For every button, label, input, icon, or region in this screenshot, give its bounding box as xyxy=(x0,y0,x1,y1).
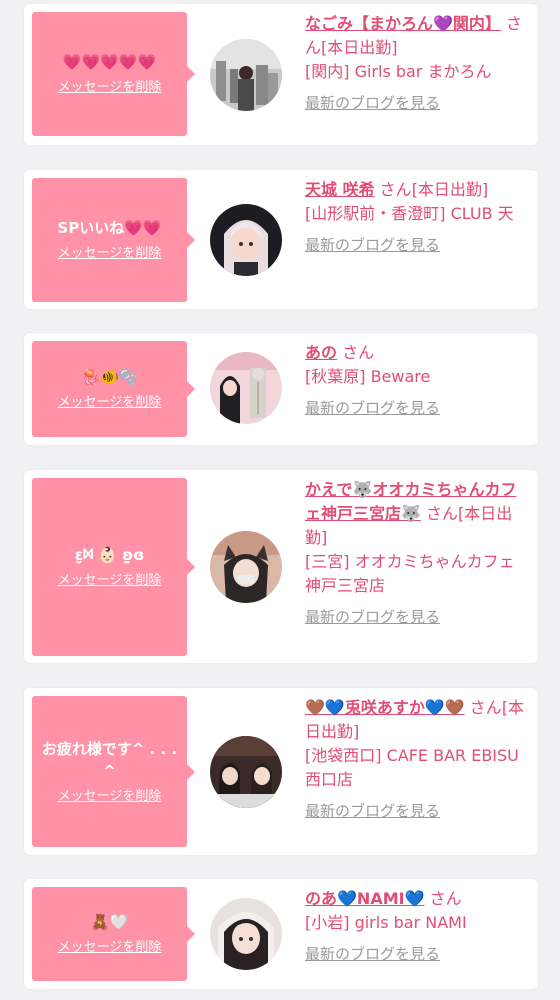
message-bubble: お疲れ様です^ . . .^ メッセージを削除 xyxy=(32,696,195,847)
avatar-photo xyxy=(210,352,282,424)
avatar[interactable] xyxy=(210,204,282,276)
honorific: さん xyxy=(426,504,459,523)
message-text: 💗💗💗💗💗 xyxy=(62,53,157,71)
message-bubble: ɛ̤̬ᢂ 👶🏻 ʚ̤̫ɞ メッセージを削除 xyxy=(32,478,195,656)
girl-info: のあ💙NAMI💙 さん [小岩] girls bar NAMI 最新のブログを見… xyxy=(305,887,530,965)
work-status: [本日出勤] xyxy=(321,38,398,57)
honorific: さん xyxy=(379,180,412,199)
shop-name: [関内] Girls bar まかろん xyxy=(305,62,492,81)
message-text: お疲れ様です^ . . .^ xyxy=(41,739,178,780)
message-card: お疲れ様です^ . . .^ メッセージを削除 🤎💙兎咲あすか💙🤎 さん[本日出… xyxy=(24,688,538,855)
avatar-photo xyxy=(210,531,282,603)
girl-name-link[interactable]: 天城 咲希 xyxy=(305,180,375,199)
shop-name: [山形駅前・香澄町] CLUB 天 xyxy=(305,204,514,223)
girl-name-link[interactable]: 🤎💙兎咲あすか💙🤎 xyxy=(305,698,465,717)
girl-info: あの さん [秋葉原] Beware 最新のブログを見る xyxy=(305,341,530,419)
avatar[interactable] xyxy=(210,736,282,808)
shop-name: [小岩] girls bar NAMI xyxy=(305,913,467,932)
delete-message-link[interactable]: メッセージを削除 xyxy=(58,788,162,806)
honorific: さん xyxy=(429,889,462,908)
latest-blog-link[interactable]: 最新のブログを見る xyxy=(305,943,530,965)
message-bubble: 💗💗💗💗💗 メッセージを削除 xyxy=(32,12,195,136)
honorific: さん xyxy=(342,343,375,362)
girl-info: 🤎💙兎咲あすか💙🤎 さん[本日出勤] [池袋西口] CAFE BAR EBISU… xyxy=(305,696,530,822)
message-card: 🪼🐠🫧 メッセージを削除 あの さん [秋葉原] Beware 最新のブログを見… xyxy=(24,333,538,445)
delete-message-link[interactable]: メッセージを削除 xyxy=(58,79,162,97)
message-bubble: 🪼🐠🫧 メッセージを削除 xyxy=(32,341,195,437)
girl-info: かえで🐺オオカミちゃんカフェ神戸三宮店🐺 さん[本日出勤] [三宮] オオカミち… xyxy=(305,478,530,628)
avatar-photo xyxy=(210,736,282,808)
message-text: 🪼🐠🫧 xyxy=(81,368,138,386)
delete-message-link[interactable]: メッセージを削除 xyxy=(58,939,162,957)
work-status: [本日出勤] xyxy=(411,180,489,199)
message-card: ɛ̤̬ᢂ 👶🏻 ʚ̤̫ɞ メッセージを削除 かえで🐺オオカミちゃんカフェ神戸三宮… xyxy=(24,470,538,663)
message-text: SPいいね💗💗 xyxy=(57,219,162,237)
message-card: 💗💗💗💗💗 メッセージを削除 なごみ【まかろん💜関内】 さん[本日出勤] [関内… xyxy=(24,4,538,145)
avatar-photo xyxy=(210,898,282,970)
girl-name-link[interactable]: なごみ【まかろん💜関内】 xyxy=(305,14,501,33)
delete-message-link[interactable]: メッセージを削除 xyxy=(58,394,162,412)
latest-blog-link[interactable]: 最新のブログを見る xyxy=(305,397,530,419)
favorite-message-list: 💗💗💗💗💗 メッセージを削除 なごみ【まかろん💜関内】 さん[本日出勤] [関内… xyxy=(0,0,560,1000)
shop-name: [池袋西口] CAFE BAR EBISU 西口店 xyxy=(305,746,519,789)
avatar[interactable] xyxy=(210,39,282,111)
shop-name: [秋葉原] Beware xyxy=(305,367,431,386)
avatar[interactable] xyxy=(210,531,282,603)
girl-name-link[interactable]: のあ💙NAMI💙 xyxy=(305,889,425,908)
girl-info: なごみ【まかろん💜関内】 さん[本日出勤] [関内] Girls bar まかろ… xyxy=(305,12,530,114)
message-text: ɛ̤̬ᢂ 👶🏻 ʚ̤̫ɞ xyxy=(74,546,145,564)
avatar[interactable] xyxy=(210,898,282,970)
latest-blog-link[interactable]: 最新のブログを見る xyxy=(305,800,530,822)
latest-blog-link[interactable]: 最新のブログを見る xyxy=(305,92,530,114)
delete-message-link[interactable]: メッセージを削除 xyxy=(58,572,162,590)
message-card: 🧸🤍 メッセージを削除 のあ💙NAMI💙 さん [小岩] girls bar N… xyxy=(24,879,538,989)
message-card: SPいいね💗💗 メッセージを削除 天城 咲希 さん[本日出勤] [山形駅前・香澄… xyxy=(24,170,538,309)
avatar[interactable] xyxy=(210,352,282,424)
message-bubble: SPいいね💗💗 メッセージを削除 xyxy=(32,178,195,302)
avatar-photo xyxy=(210,39,282,111)
message-bubble: 🧸🤍 メッセージを削除 xyxy=(32,887,195,981)
shop-name: [三宮] オオカミちゃんカフェ神戸三宮店 xyxy=(305,552,515,595)
girl-name-link[interactable]: あの xyxy=(305,343,337,362)
latest-blog-link[interactable]: 最新のブログを見る xyxy=(305,234,530,256)
latest-blog-link[interactable]: 最新のブログを見る xyxy=(305,606,530,628)
honorific: さん xyxy=(469,698,502,717)
girl-info: 天城 咲希 さん[本日出勤] [山形駅前・香澄町] CLUB 天 最新のブログを… xyxy=(305,178,530,256)
avatar-photo xyxy=(210,204,282,276)
delete-message-link[interactable]: メッセージを削除 xyxy=(58,245,162,263)
message-text: 🧸🤍 xyxy=(90,913,129,931)
